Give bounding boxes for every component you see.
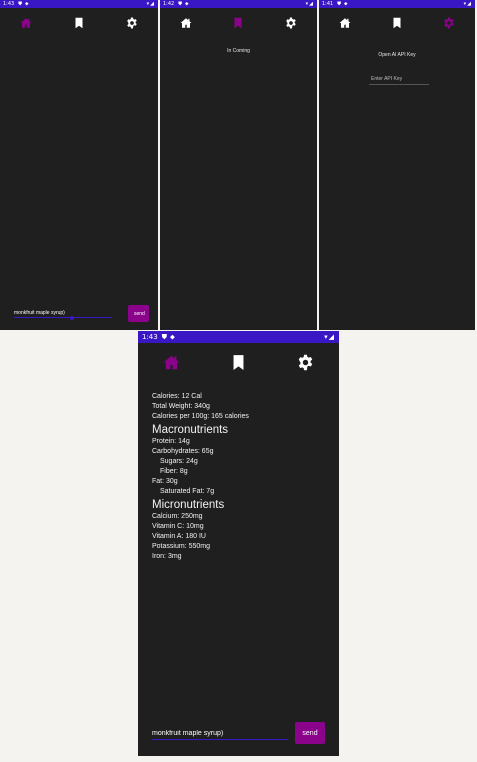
vitamin-a-text: Vitamin A: 180 IU	[152, 533, 206, 540]
food-entry-bar: send	[14, 302, 149, 322]
settings-screen: 1:41 ⛊ ⬥ ▾◢ Open AI API Key	[319, 0, 475, 330]
bookmark-icon[interactable]	[232, 17, 244, 29]
wifi-signal-icons: ▾◢	[463, 1, 472, 7]
iron-text: Iron: 3mg	[152, 553, 182, 560]
saturated-fat-text: Saturated Fat: 7g	[160, 488, 215, 495]
status-bar: 1:41 ⛊ ⬥ ▾◢	[319, 0, 475, 8]
food-input[interactable]	[152, 727, 288, 740]
text-cursor-handle[interactable]	[70, 316, 74, 320]
vitamin-c-text: Vitamin C: 10mg	[152, 523, 204, 530]
nav-bar	[138, 351, 339, 373]
calories-per-100g-text: Calories per 100g: 165 calories	[152, 413, 249, 420]
sugars-text: Sugars: 24g	[160, 458, 198, 465]
home-screen-results: 1:43 ⛊ ⬥ ▾◢ Calories: 12 Cal Total Weigh…	[138, 331, 339, 756]
location-icon: ⬥	[185, 1, 189, 7]
nav-bar	[160, 15, 317, 31]
status-time: 1:42	[163, 1, 175, 7]
home-screen-empty: 1:43 ⛊ ⬥ ▾◢ send	[0, 0, 158, 330]
home-icon[interactable]	[20, 17, 32, 29]
fiber-text: Fiber: 8g	[160, 468, 188, 475]
status-bar: 1:43 ⛊ ⬥ ▾◢	[0, 0, 158, 8]
home-icon[interactable]	[339, 17, 351, 29]
macronutrients-heading: Macronutrients	[152, 424, 229, 436]
shield-icon: ⛊	[337, 1, 341, 7]
gear-icon[interactable]	[297, 354, 314, 371]
shield-icon: ⛊	[161, 332, 167, 341]
api-key-label: Open AI API Key	[378, 52, 416, 58]
calcium-text: Calcium: 250mg	[152, 513, 203, 520]
api-key-field[interactable]	[369, 74, 429, 85]
carbohydrates-text: Carbohydrates: 65g	[152, 448, 214, 455]
location-icon: ⬥	[344, 1, 348, 7]
nav-bar	[0, 15, 158, 31]
protein-text: Protein: 14g	[152, 438, 190, 445]
status-bar: 1:42 ⛊ ⬥ ▾◢	[160, 0, 317, 8]
bookmark-icon[interactable]	[230, 354, 247, 371]
fat-text: Fat: 30g	[152, 478, 178, 485]
shield-icon: ⛊	[18, 1, 22, 7]
nav-bar	[319, 15, 475, 31]
status-time: 1:41	[322, 1, 334, 7]
coming-soon-message: In Coming	[227, 48, 250, 54]
gear-icon[interactable]	[126, 17, 138, 29]
total-weight-text: Total Weight: 340g	[152, 403, 210, 410]
wifi-signal-icons: ▾◢	[146, 1, 155, 7]
bookmark-icon[interactable]	[391, 17, 403, 29]
food-entry-bar: send	[152, 722, 325, 744]
bookmark-icon[interactable]	[73, 17, 85, 29]
status-time: 1:43	[142, 333, 158, 341]
shield-icon: ⛊	[178, 1, 182, 7]
food-input[interactable]	[14, 308, 112, 318]
calories-text: Calories: 12 Cal	[152, 393, 202, 400]
location-icon: ⬥	[25, 1, 29, 7]
potassium-text: Potassium: 550mg	[152, 543, 210, 550]
home-icon[interactable]	[180, 17, 192, 29]
nutrition-results: Calories: 12 Cal Total Weight: 340g Calo…	[152, 392, 331, 562]
micronutrients-heading: Micronutrients	[152, 499, 225, 511]
wifi-signal-icons: ▾◢	[305, 1, 314, 7]
status-bar: 1:43 ⛊ ⬥ ▾◢	[138, 331, 339, 343]
bookmarks-screen: 1:42 ⛊ ⬥ ▾◢ In Coming	[160, 0, 317, 330]
status-time: 1:43	[3, 1, 15, 7]
send-button[interactable]: send	[295, 722, 325, 744]
gear-icon[interactable]	[285, 17, 297, 29]
wifi-signal-icons: ▾◢	[324, 333, 335, 341]
send-button[interactable]: send	[128, 305, 149, 322]
home-icon[interactable]	[163, 354, 180, 371]
location-icon: ⬥	[169, 332, 175, 341]
gear-icon[interactable]	[443, 17, 455, 29]
